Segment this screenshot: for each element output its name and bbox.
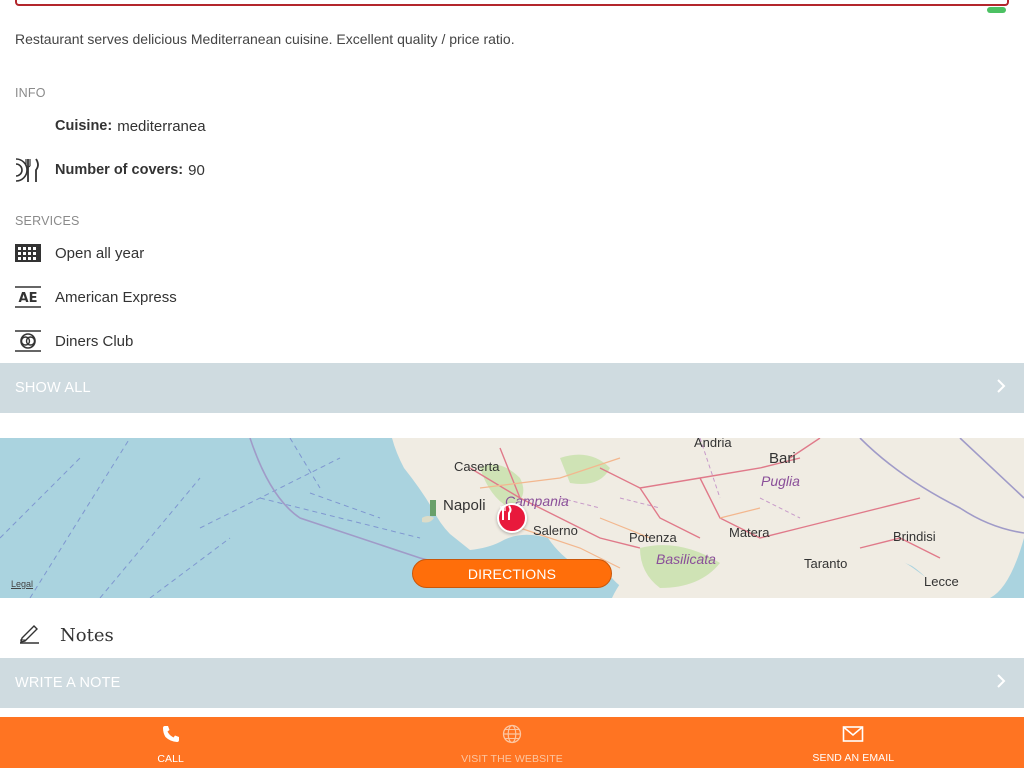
amex-card-icon: AE <box>15 284 41 310</box>
calendar-grid-icon <box>15 240 41 266</box>
service-label: Open all year <box>55 244 145 262</box>
map-city-label: Andria <box>694 438 732 450</box>
send-email-button[interactable]: SEND AN EMAIL <box>683 717 1024 768</box>
write-note-label: WRITE A NOTE <box>15 675 121 691</box>
map-city-label: Lecce <box>924 574 959 589</box>
cuisine-value: mediterranea <box>117 117 206 135</box>
pencil-icon <box>18 622 40 649</box>
visit-website-button[interactable]: VISIT THE WEBSITE <box>341 717 682 768</box>
action-bar: CALL VISIT THE WEBSITE SEND AN EMAIL <box>0 717 1024 768</box>
visit-website-label: VISIT THE WEBSITE <box>461 753 563 765</box>
cutlery-icon <box>15 157 41 183</box>
service-label: Diners Club <box>55 332 134 350</box>
covers-label: Number of covers: <box>55 162 184 178</box>
map-city-label: Salerno <box>533 523 578 538</box>
service-label: American Express <box>55 288 177 306</box>
envelope-icon <box>842 725 864 748</box>
service-item: Diners Club <box>15 327 133 355</box>
notes-title: Notes <box>60 624 114 646</box>
covers-row: Number of covers: 90 <box>15 156 205 184</box>
chevron-right-icon <box>996 673 1006 693</box>
map-city-label: Brindisi <box>893 529 936 544</box>
search-input-field[interactable] <box>15 0 1009 6</box>
show-all-label: SHOW ALL <box>15 380 91 396</box>
service-item: Open all year <box>15 239 144 267</box>
info-section-title: INFO <box>15 86 46 100</box>
write-note-button[interactable]: WRITE A NOTE <box>0 658 1024 708</box>
restaurant-description: Restaurant serves delicious Mediterranea… <box>15 31 515 47</box>
directions-button[interactable]: DIRECTIONS <box>412 559 612 588</box>
map-city-label: Matera <box>729 525 770 540</box>
cuisine-label: Cuisine: <box>55 118 113 134</box>
chevron-right-icon <box>996 378 1006 398</box>
map-city-label: Napoli <box>443 497 486 514</box>
diners-card-icon <box>15 328 41 354</box>
call-button[interactable]: CALL <box>0 717 341 768</box>
globe-icon <box>502 724 522 749</box>
phone-icon <box>161 724 181 749</box>
show-all-button[interactable]: SHOW ALL <box>0 363 1024 413</box>
location-map[interactable]: Andria Bari Caserta Napoli Salerno Poten… <box>0 438 1024 598</box>
map-region-label: Basilicata <box>656 551 716 567</box>
map-city-label: Taranto <box>804 556 848 571</box>
map-legal-link[interactable]: Legal <box>11 579 33 589</box>
svg-text:AE: AE <box>19 291 38 306</box>
services-section-title: SERVICES <box>15 214 80 228</box>
map-city-label: Caserta <box>454 459 500 474</box>
covers-value: 90 <box>188 161 205 179</box>
status-indicator <box>987 7 1006 13</box>
send-email-label: SEND AN EMAIL <box>812 752 895 764</box>
restaurant-marker-icon[interactable] <box>497 503 527 533</box>
map-city-label: Bari <box>769 450 796 467</box>
call-label: CALL <box>157 753 184 765</box>
map-region-label: Puglia <box>761 473 800 489</box>
notes-header: Notes <box>18 621 114 649</box>
map-city-label: Potenza <box>629 530 677 545</box>
service-item: AE American Express <box>15 283 177 311</box>
cuisine-row: Cuisine: mediterranea <box>15 112 206 140</box>
